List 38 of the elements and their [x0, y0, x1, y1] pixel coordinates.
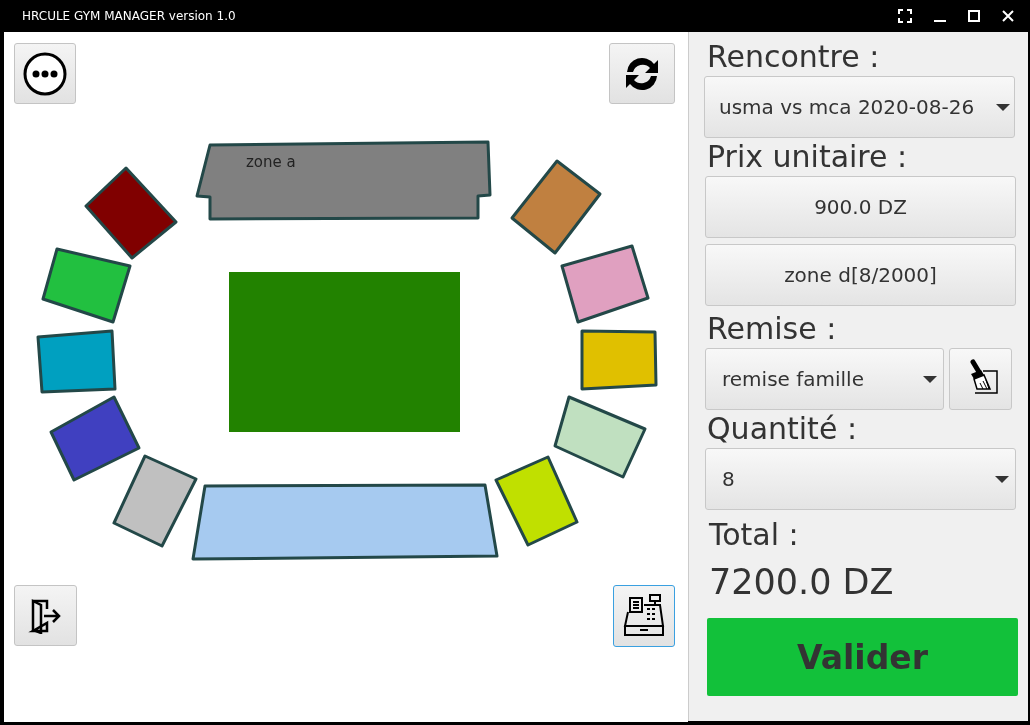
seating-zone[interactable] [49, 395, 141, 482]
seating-zone[interactable] [41, 247, 132, 324]
quantity-dropdown[interactable]: 8 [705, 448, 1016, 510]
more-button[interactable] [14, 43, 76, 104]
window-title: HRCULE GYM MANAGER version 1.0 [21, 9, 236, 23]
zone-button[interactable]: zone d[8/2000] [705, 244, 1016, 306]
match-label: Rencontre : [707, 38, 881, 76]
exit-button[interactable] [14, 585, 77, 646]
seating-zone[interactable] [112, 454, 198, 548]
seating-zone[interactable] [195, 140, 492, 221]
fullscreen-icon[interactable] [898, 9, 912, 23]
caret-icon [996, 103, 1010, 111]
submit-button[interactable]: Valider [707, 618, 1018, 696]
close-icon[interactable] [1002, 10, 1014, 22]
zone-label: zone a [246, 153, 296, 171]
caret-icon [923, 375, 937, 383]
seating-zone[interactable] [553, 395, 647, 479]
refresh-button[interactable] [609, 43, 675, 104]
price-button[interactable]: 900.0 DZ [705, 176, 1016, 238]
match-dropdown[interactable]: usma vs mca 2020-08-26 [704, 76, 1015, 138]
seating-zone[interactable] [580, 329, 658, 391]
seating-zone[interactable] [560, 244, 650, 324]
seating-zone[interactable] [84, 166, 178, 260]
maximize-icon[interactable] [968, 10, 980, 22]
quantity-label: Quantité : [707, 410, 858, 448]
seating-zone[interactable] [191, 483, 499, 561]
more-icon [22, 50, 68, 97]
total-label: Total : [709, 516, 800, 554]
seating-zone[interactable] [494, 455, 579, 547]
cash-register-button[interactable] [613, 585, 675, 647]
price-label: Prix unitaire : [707, 138, 909, 176]
seating-zone[interactable] [510, 159, 602, 255]
discount-dropdown[interactable]: remise famille [705, 348, 944, 410]
discount-label: Remise : [707, 310, 838, 348]
caret-icon [995, 475, 1009, 483]
brush-button[interactable] [949, 348, 1012, 410]
seating-zone[interactable] [36, 329, 117, 394]
total-amount: 7200.0 DZ [709, 561, 895, 604]
